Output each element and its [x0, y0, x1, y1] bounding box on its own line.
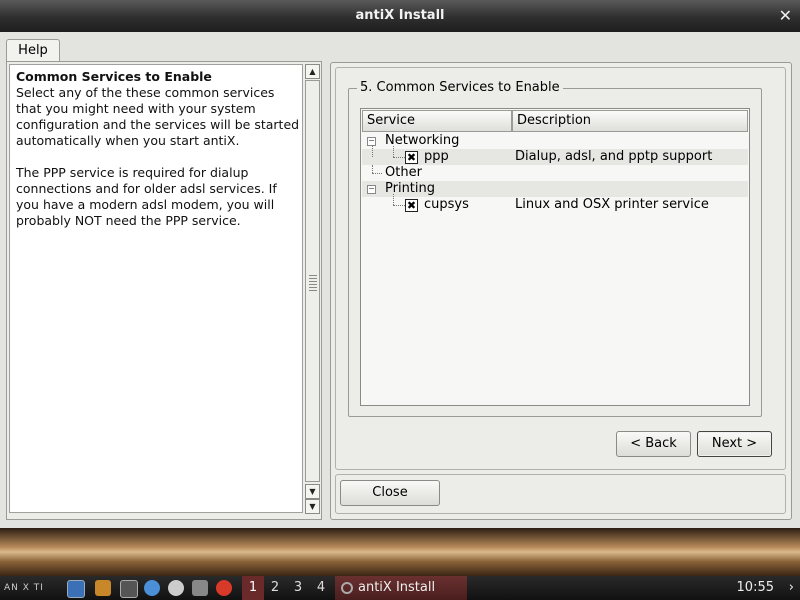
content-panel: 5. Common Services to Enable Service Des…: [330, 62, 792, 520]
workspace-1[interactable]: 1: [242, 576, 264, 600]
next-button[interactable]: Next >: [697, 431, 772, 457]
task-antix-install[interactable]: antiX Install: [335, 576, 467, 600]
mount-icon[interactable]: [168, 580, 184, 596]
help-scrollbar[interactable]: ▲ ▼ ▼: [305, 64, 320, 514]
grip-icon: [309, 275, 317, 291]
installer-window: Help Common Services to Enable Select an…: [0, 32, 800, 528]
collapse-icon[interactable]: −: [367, 185, 376, 194]
services-tree[interactable]: Service Description − Networking ✖ ppp D…: [360, 108, 750, 406]
workspace-3[interactable]: 3: [287, 576, 309, 600]
checkbox-ppp[interactable]: ✖: [405, 151, 418, 164]
browser-icon[interactable]: [144, 580, 160, 596]
scroll-end-icon[interactable]: ▼: [305, 499, 320, 514]
scroll-thumb[interactable]: [305, 80, 320, 482]
help-paragraph-2: The PPP service is required for dialup c…: [16, 165, 277, 228]
category-label: Networking: [385, 133, 460, 148]
help-panel: Common Services to Enable Select any of …: [6, 61, 322, 520]
settings-icon[interactable]: [192, 580, 208, 596]
task-label: antiX Install: [358, 580, 436, 595]
clock[interactable]: 10:55: [737, 576, 774, 600]
close-icon[interactable]: ✕: [779, 0, 792, 32]
service-description: Dialup, adsl, and pptp support: [515, 149, 713, 164]
tree-line: [372, 173, 382, 174]
services-group: 5. Common Services to Enable Service Des…: [348, 80, 762, 417]
tree-line: [372, 165, 373, 173]
antix-logo[interactable]: AN X TI: [4, 578, 60, 598]
checkbox-cupsys[interactable]: ✖: [405, 199, 418, 212]
desktop-icon[interactable]: [67, 580, 85, 598]
tree-line: [393, 205, 405, 206]
group-title: 5. Common Services to Enable: [357, 80, 563, 96]
scroll-down-icon[interactable]: ▼: [305, 484, 320, 499]
app-icon: [341, 582, 353, 594]
window-title: antiX Install: [355, 8, 445, 23]
tab-help[interactable]: Help: [6, 39, 60, 62]
tree-rows: − Networking ✖ ppp Dialup, adsl, and ppt…: [362, 133, 748, 213]
workspace-2[interactable]: 2: [264, 576, 286, 600]
taskbar: AN X TI 1 2 3 4 antiX Install 10:55 ›: [0, 576, 800, 600]
tree-line: [372, 145, 373, 157]
window-titlebar[interactable]: antiX Install ✕: [0, 0, 800, 32]
back-button[interactable]: < Back: [616, 431, 691, 457]
service-description: Linux and OSX printer service: [515, 197, 709, 212]
scroll-up-icon[interactable]: ▲: [305, 64, 320, 79]
help-paragraph-1: Select any of the these common services …: [16, 85, 300, 148]
tree-line: [393, 146, 394, 157]
workspace-4[interactable]: 4: [310, 576, 332, 600]
terminal-icon[interactable]: [120, 580, 138, 598]
column-header-service[interactable]: Service: [362, 110, 512, 132]
desktop-wallpaper: [0, 528, 800, 576]
folder-icon[interactable]: [95, 580, 111, 596]
tray-arrow-icon[interactable]: ›: [789, 576, 794, 600]
tree-row-service[interactable]: ✖ ppp Dialup, adsl, and pptp support: [362, 145, 748, 165]
tree-line: [393, 194, 394, 205]
service-name: ppp: [424, 149, 449, 164]
category-label: Other: [385, 165, 422, 180]
tree-line: [393, 157, 405, 158]
column-header-description[interactable]: Description: [512, 110, 748, 132]
service-name: cupsys: [424, 197, 469, 212]
tree-header: Service Description: [362, 110, 748, 132]
bottom-bar: Close: [335, 474, 786, 514]
tree-row-category[interactable]: Other: [362, 165, 748, 181]
power-icon[interactable]: [216, 580, 232, 596]
help-text: Common Services to Enable Select any of …: [9, 64, 303, 513]
help-heading: Common Services to Enable: [16, 69, 212, 84]
tree-row-category[interactable]: − Printing: [362, 181, 748, 197]
services-frame: 5. Common Services to Enable Service Des…: [335, 67, 786, 470]
tree-row-service[interactable]: ✖ cupsys Linux and OSX printer service: [362, 194, 748, 213]
tree-row-category[interactable]: − Networking: [362, 133, 748, 149]
close-button[interactable]: Close: [340, 480, 440, 506]
